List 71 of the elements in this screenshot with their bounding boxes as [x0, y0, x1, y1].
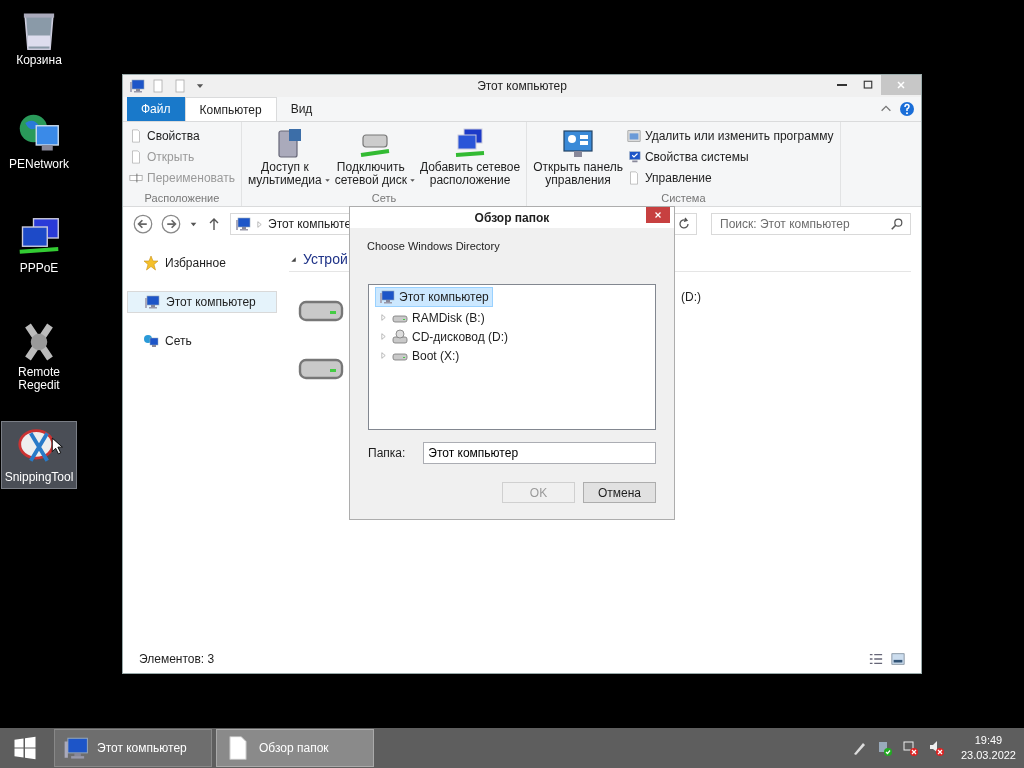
dialog-prompt: Choose Windows Directory: [367, 240, 501, 252]
nav-item[interactable]: Этот компьютер: [127, 291, 277, 313]
desktop-icon[interactable]: Remote Regedit: [1, 316, 77, 395]
desktop-icon[interactable]: SnippingTool: [1, 421, 77, 489]
address-crumb[interactable]: Этот компьюте: [268, 217, 352, 231]
shield-icon[interactable]: [876, 740, 893, 756]
tree-item[interactable]: Этот компьютер: [375, 287, 493, 307]
ribbon-button[interactable]: Управление: [626, 168, 834, 187]
close-icon: [895, 79, 907, 91]
page-icon: [129, 128, 143, 143]
nav-item[interactable]: Избранное: [127, 253, 277, 273]
taskbar-button[interactable]: Этот компьютер: [54, 729, 212, 767]
maximize-icon: [862, 79, 874, 91]
ribbon-button[interactable]: Доступ к мультимедиа: [248, 123, 331, 192]
tree-item[interactable]: CD-дисковод (D:): [390, 328, 511, 345]
search-field[interactable]: Поиск: Этот компьютер: [711, 213, 911, 235]
item-count: Элементов: 3: [139, 652, 215, 666]
caret-icon: [323, 177, 331, 184]
programs-icon: [626, 128, 641, 143]
ribbon-group-label: Система: [660, 192, 707, 206]
computer-icon: [144, 294, 160, 310]
dialog-title: Обзор папок: [474, 210, 550, 225]
desktop-icon[interactable]: Корзина: [1, 4, 77, 72]
clock-date[interactable]: 23.03.2022: [960, 748, 1016, 763]
nav-item[interactable]: Сеть: [127, 331, 277, 351]
close-icon: [653, 210, 663, 220]
control-panel-icon: [562, 127, 595, 159]
ribbon-button[interactable]: Свойства системы: [626, 147, 834, 166]
cd-drive-icon: [392, 328, 408, 345]
desktop-icon[interactable]: PENetwork: [1, 108, 77, 176]
ribbon-button[interactable]: Подключить сетевой диск: [334, 123, 416, 192]
tiles-view-icon[interactable]: [891, 652, 905, 666]
window-title: Этот компьютер: [477, 79, 567, 93]
network-icon[interactable]: [902, 740, 919, 756]
ribbon-button[interactable]: Открыть панель управления: [533, 123, 623, 192]
computer-icon[interactable]: [129, 78, 145, 94]
computer-icon: [235, 216, 251, 232]
minimize-icon: [837, 84, 847, 86]
search-icon[interactable]: [890, 217, 904, 231]
details-view-icon[interactable]: [869, 652, 883, 666]
caret-icon: [408, 177, 416, 184]
network-computers-icon: [454, 127, 486, 159]
computer-check-icon: [626, 149, 641, 164]
ribbon-group-label: Расположение: [143, 192, 221, 206]
back-icon[interactable]: [133, 214, 153, 234]
computer-icon: [63, 735, 89, 761]
help-icon[interactable]: [899, 101, 915, 117]
tree-item[interactable]: Boot (X:): [390, 347, 462, 364]
tree-item[interactable]: RAMDisk (B:): [390, 309, 487, 326]
refresh-icon[interactable]: [676, 216, 692, 232]
folder-label: Папка:: [368, 446, 406, 460]
dialog-button[interactable]: Отмена: [583, 482, 656, 503]
forward-icon[interactable]: [161, 214, 181, 234]
computer-icon: [379, 289, 395, 305]
close-button[interactable]: [646, 207, 670, 223]
ribbon-button[interactable]: Свойства: [129, 126, 235, 145]
ribbon-button[interactable]: Добавить сетевое расположение: [419, 123, 521, 192]
ribbon-button[interactable]: Удалить или изменить программу: [626, 126, 834, 145]
ribbon-group-label: Сеть: [370, 192, 398, 206]
section-header: Устрой: [303, 251, 348, 267]
volume-icon[interactable]: [928, 740, 945, 756]
file-menu-button[interactable]: Файл: [127, 97, 185, 121]
page-icon: [129, 149, 143, 164]
ribbon-tab[interactable]: Компьютер: [184, 97, 277, 121]
ribbon-tab[interactable]: Вид: [276, 97, 327, 121]
windows-logo-icon: [13, 736, 37, 760]
folder-field[interactable]: Этот компьютер: [423, 442, 656, 464]
star-icon: [143, 255, 159, 271]
clock-time[interactable]: 19:49: [974, 733, 1003, 748]
desktop-icon[interactable]: PPPoE: [1, 212, 77, 280]
network-icon: [143, 333, 159, 349]
